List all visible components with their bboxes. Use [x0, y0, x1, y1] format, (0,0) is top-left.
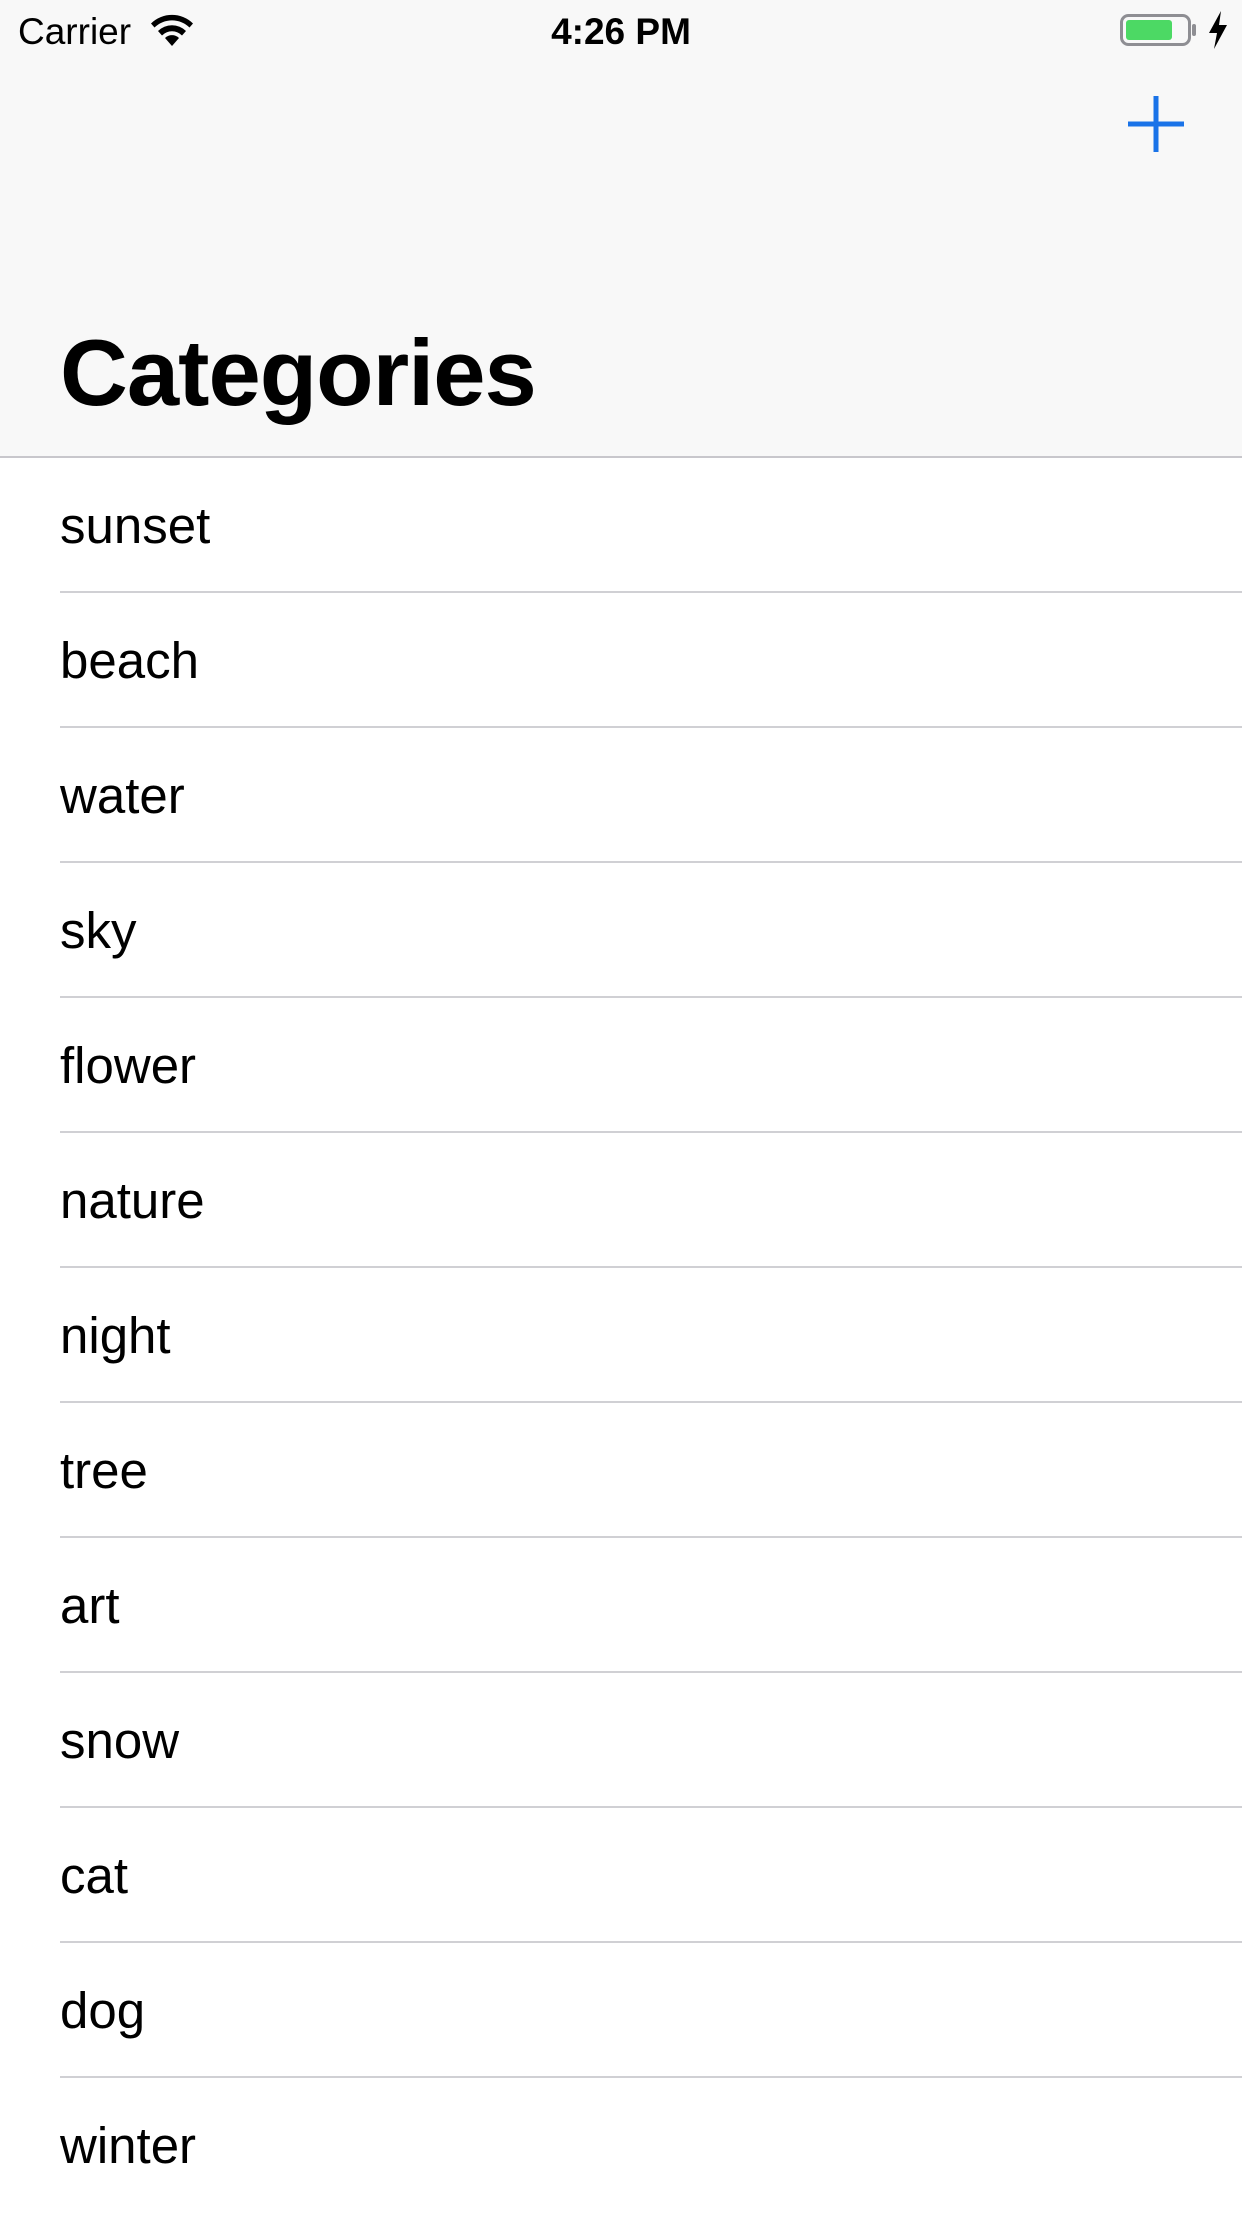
list-item[interactable]: winter — [0, 2078, 1242, 2213]
list-item-label: snow — [60, 1712, 180, 1769]
list-item[interactable]: beach — [0, 593, 1242, 728]
list-item-label: beach — [60, 632, 199, 689]
plus-icon[interactable] — [1126, 94, 1186, 154]
list-item-label: sky — [60, 902, 137, 959]
status-time: 4:26 PM — [551, 11, 691, 52]
status-bar: Carrier 4:26 PM — [0, 0, 1242, 62]
list-item-label: night — [60, 1307, 171, 1364]
list-item-label: nature — [60, 1172, 205, 1229]
charging-bolt-icon — [1209, 11, 1227, 49]
list-item-label: art — [60, 1577, 120, 1634]
list-item[interactable]: dog — [0, 1943, 1242, 2078]
list-item[interactable]: nature — [0, 1133, 1242, 1268]
list-item[interactable]: flower — [0, 998, 1242, 1133]
categories-list: sunset beach water sky flower nature nig… — [0, 458, 1242, 2213]
list-item-label: flower — [60, 1037, 197, 1094]
battery-icon — [1120, 14, 1196, 46]
list-item[interactable]: water — [0, 728, 1242, 863]
list-item[interactable]: tree — [0, 1403, 1242, 1538]
page-title: Categories — [60, 320, 537, 425]
list-item-label: water — [60, 767, 185, 824]
list-item[interactable]: snow — [0, 1673, 1242, 1808]
list-item-label: cat — [60, 1847, 129, 1904]
list-item[interactable]: cat — [0, 1808, 1242, 1943]
list-item[interactable]: sunset — [0, 458, 1242, 593]
list-item-label: dog — [60, 1982, 146, 2039]
list-item[interactable]: night — [0, 1268, 1242, 1403]
list-item[interactable]: art — [0, 1538, 1242, 1673]
navigation-bar: Carrier 4:26 PM Categories — [0, 0, 1242, 458]
list-item-label: winter — [60, 2117, 197, 2174]
list-item-label: sunset — [60, 497, 211, 554]
list-item-label: tree — [60, 1442, 148, 1499]
list-item[interactable]: sky — [0, 863, 1242, 998]
